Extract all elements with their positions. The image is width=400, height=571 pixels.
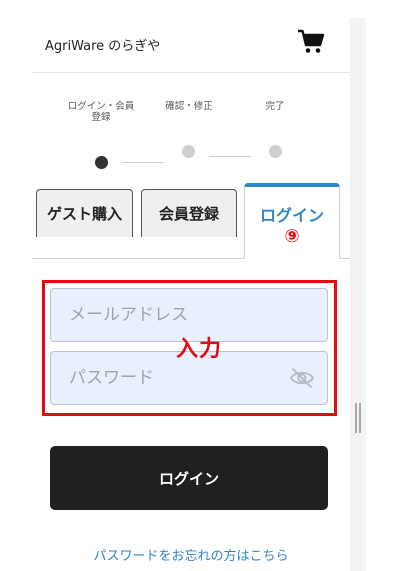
tab-member-register[interactable]: 会員登録 [141,189,237,237]
forgot-password-link[interactable]: パスワードをお忘れの方はこちら [32,545,350,564]
step-connector [122,162,164,163]
page: AgriWare のらぎや ログイン・会員 登録 確認・修正 完了 ゲスト購入 … [0,0,400,571]
shop-name: AgriWare のらぎや [45,39,161,54]
step-3-dot [269,145,282,158]
step-3-label: 完了 [265,101,285,112]
scrollbar-grip[interactable] [355,403,361,433]
mobile-viewport: AgriWare のらぎや ログイン・会員 登録 確認・修正 完了 ゲスト購入 … [32,18,350,571]
input-annotation: 入力 [176,337,223,362]
step-marker: ⑨ [284,226,300,247]
checkout-steps: ログイン・会員 登録 確認・修正 完了 [32,98,350,169]
eye-off-icon[interactable] [289,367,315,389]
step-1-label: ログイン・会員 登録 [67,101,135,123]
step-2-dot [182,145,195,158]
step-1-dot [95,156,108,169]
tab-login-label: ログイン [259,206,324,225]
step-connector [209,156,251,157]
step-2-label: 確認・修正 [165,101,213,112]
cart-icon[interactable] [296,26,326,56]
site-header: AgriWare のらぎや [32,18,350,73]
login-button[interactable]: ログイン [50,446,328,510]
purchase-tabs: ゲスト購入 会員登録 ログイン ⑨ [32,183,350,259]
tab-login[interactable]: ログイン ⑨ [244,183,340,259]
tab-guest-purchase[interactable]: ゲスト購入 [36,189,133,237]
scrollbar-track[interactable] [350,18,366,571]
